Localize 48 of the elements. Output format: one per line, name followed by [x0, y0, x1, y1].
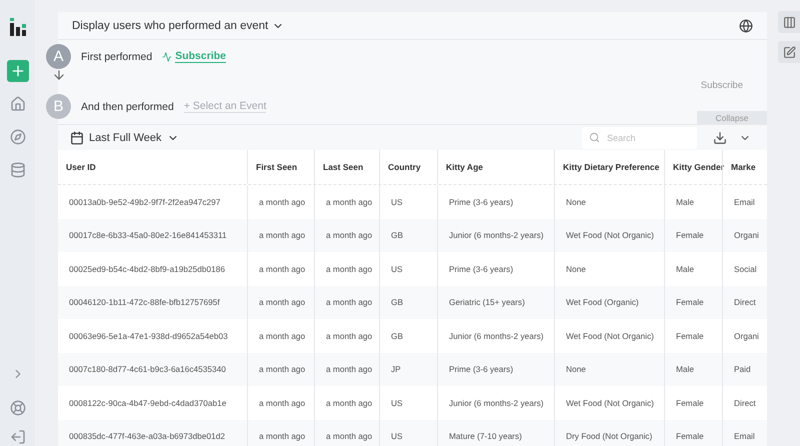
event-icon — [162, 52, 172, 62]
column-header[interactable]: User ID — [58, 150, 247, 184]
date-range-dropdown[interactable]: Last Full Week — [70, 130, 179, 144]
add-button[interactable] — [6, 60, 28, 82]
search-field[interactable]: Search — [582, 126, 697, 148]
table-cell: a month ago — [247, 420, 314, 446]
lifebuoy-icon[interactable] — [10, 400, 26, 416]
logout-icon[interactable] — [10, 429, 26, 445]
column-header[interactable]: Country — [379, 150, 437, 184]
columns-icon — [782, 16, 796, 28]
step-circle: A — [46, 44, 71, 69]
table-cell: US — [379, 420, 437, 446]
home-icon[interactable] — [10, 96, 26, 112]
column-header[interactable]: Kitty Gender — [664, 150, 722, 184]
table-cell: Dry Food (Not Organic) — [554, 420, 664, 446]
download-icon[interactable] — [713, 130, 727, 144]
table-cell: a month ago — [314, 420, 379, 446]
column-header[interactable]: First Seen — [247, 150, 314, 184]
step-circle: B — [46, 94, 71, 119]
calendar-icon — [70, 130, 84, 144]
globe-icon[interactable] — [739, 18, 753, 32]
column-header[interactable]: Last Seen — [314, 150, 379, 184]
step-label: And then performed — [81, 100, 174, 112]
table-cell-text: 00017c8e-6b33-45a0-80e2-16e841453311 — [68, 229, 228, 242]
table-cell-text: 00013a0b-9e52-49b2-9f7f-2f2ea947c297 — [68, 196, 222, 209]
search-input[interactable]: Search — [605, 132, 685, 144]
table-cell: Email — [722, 420, 767, 446]
table-cell-text: 00063e96-5e1a-47e1-938d-d9652a54eb03 — [68, 330, 229, 343]
search-icon — [589, 132, 600, 143]
step-label: First performed — [81, 50, 152, 62]
column-header[interactable]: Kitty Age — [437, 150, 554, 184]
table-cell-text: 0007c180-8d77-4c61-b9c3-6a16c4535340 — [68, 363, 227, 376]
edit-button[interactable] — [778, 41, 800, 63]
column-header[interactable]: Kitty Dietary Preference — [554, 150, 664, 184]
table-cell-text: 000835dc-477f-463e-a03a-b6973dbe01d2 — [68, 430, 226, 444]
edit-icon — [782, 46, 796, 58]
table-cell-text: 00046120-1b11-472c-88fe-bfb12757695f — [68, 296, 221, 310]
display-mode-dropdown[interactable]: Display users who performed an event — [72, 20, 284, 32]
database-icon[interactable] — [10, 162, 26, 178]
compass-icon[interactable] — [10, 129, 26, 145]
table-cell: Mature (7-10 years) — [437, 420, 554, 446]
columns-button[interactable] — [778, 11, 800, 33]
table-cell-text: 00025ed9-b54c-4bd2-8bf9-a19b25db0186 — [68, 262, 226, 276]
logo-icon — [10, 18, 26, 36]
column-header[interactable]: Marke — [722, 150, 767, 184]
table-cell: Female — [664, 420, 722, 446]
table-cell-text: 0008122c-90ca-4b47-9ebd-c4dad370ab1e — [68, 396, 228, 410]
plus-icon — [10, 63, 26, 79]
